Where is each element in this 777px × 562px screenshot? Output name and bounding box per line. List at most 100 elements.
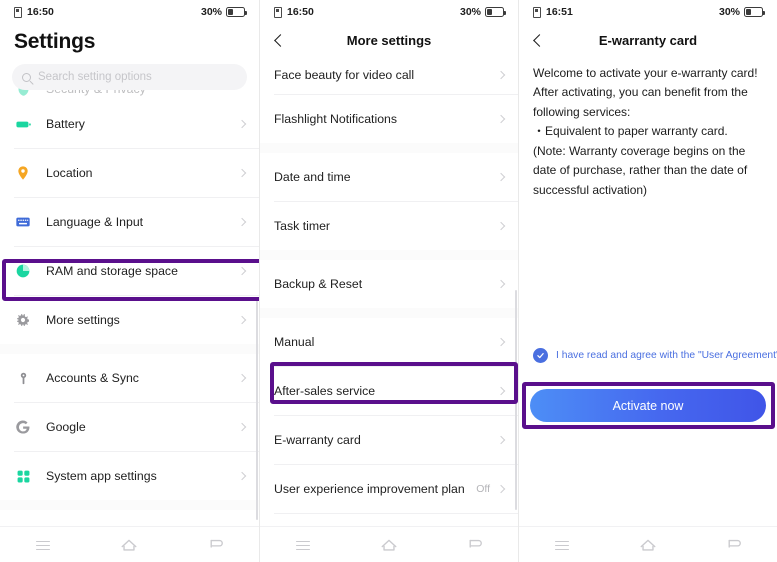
page-title: E-warranty card [598, 32, 698, 48]
home-icon[interactable] [119, 537, 139, 553]
sidebar-item-accounts-sync[interactable]: Accounts & Sync [0, 354, 259, 402]
menu-icon[interactable] [293, 537, 313, 553]
list-item-label: Manual [274, 335, 315, 349]
chevron-right-icon [237, 168, 247, 178]
sidebar-item-label: More settings [46, 313, 120, 327]
search-icon [22, 72, 31, 82]
chevron-right-icon [237, 422, 247, 432]
battery-percent: 30% [200, 6, 222, 18]
sidebar-item-label: Google [46, 420, 86, 434]
settings-list: Battery Location Language & Input RAM an… [0, 100, 259, 562]
chevron-right-icon [496, 337, 506, 347]
sim-card-icon [274, 6, 282, 18]
chevron-right-icon [237, 217, 247, 227]
navigation-bar-2 [260, 526, 518, 562]
list-item-e-warranty-card[interactable]: E-warranty card [260, 416, 518, 464]
user-agreement-label: I have read and agree with the "User Agr… [556, 350, 777, 361]
sidebar-item-label: Accounts & Sync [46, 371, 139, 385]
list-item-backup-reset[interactable]: Backup & Reset [260, 260, 518, 308]
status-bar-1: 16:50 30% [0, 0, 259, 24]
search-placeholder: Search setting options [38, 71, 152, 83]
sidebar-item-location[interactable]: Location [0, 149, 259, 197]
menu-icon[interactable] [552, 537, 572, 553]
checkbox-checked-icon[interactable] [533, 348, 548, 363]
status-bar-2: 16:50 30% [260, 0, 518, 24]
page-title: More settings [346, 32, 432, 48]
back-icon[interactable] [206, 537, 226, 553]
scrollbar[interactable] [256, 300, 258, 520]
list-item-flashlight-notifications[interactable]: Flashlight Notifications [260, 95, 518, 143]
list-item-after-sales-service[interactable]: After-sales service [260, 367, 518, 415]
list-item-value: Off [476, 483, 490, 495]
navigation-bar-3 [519, 526, 777, 562]
battery-icon [744, 7, 765, 17]
warranty-paragraph-1: Welcome to activate your e-warranty card… [533, 66, 758, 119]
navigation-bar-1 [0, 526, 259, 562]
sidebar-item-label: Battery [46, 117, 85, 131]
chevron-right-icon [237, 315, 247, 325]
more-settings-list: Face beauty for video call Flashlight No… [260, 56, 518, 562]
list-item-label: Task timer [274, 219, 331, 233]
warranty-description: Welcome to activate your e-warranty card… [519, 56, 777, 200]
list-item-manual[interactable]: Manual [260, 318, 518, 366]
gear-icon [14, 312, 32, 328]
status-time: 16:50 [27, 6, 54, 18]
section-gap [260, 143, 518, 153]
home-icon[interactable] [638, 537, 658, 553]
sidebar-item-more-settings[interactable]: More settings [0, 296, 259, 344]
sidebar-item-label: Location [46, 166, 93, 180]
panel-settings: 16:50 30% Settings Search setting option… [0, 0, 259, 562]
activate-now-button[interactable]: Activate now [530, 389, 766, 422]
chevron-right-icon [496, 386, 506, 396]
location-pin-icon [14, 165, 32, 181]
sidebar-item-google[interactable]: Google [0, 403, 259, 451]
search-input[interactable]: Search setting options [12, 64, 247, 90]
status-bar-3: 16:51 30% [519, 0, 777, 24]
list-item-user-experience-improvement-plan[interactable]: User experience improvement plan Off [260, 465, 518, 513]
sidebar-item-ram-storage[interactable]: RAM and storage space [0, 247, 259, 295]
google-g-icon [14, 419, 32, 435]
sidebar-item-label: RAM and storage space [46, 264, 178, 278]
battery-icon [485, 7, 506, 17]
scrollbar[interactable] [515, 290, 517, 510]
section-gap [260, 250, 518, 260]
list-item-face-beauty[interactable]: Face beauty for video call [260, 56, 518, 94]
section-gap [260, 308, 518, 318]
list-item-label: After-sales service [274, 384, 376, 398]
sidebar-item-label: Language & Input [46, 215, 144, 229]
section-gap [0, 500, 259, 510]
list-item-task-timer[interactable]: Task timer [260, 202, 518, 250]
menu-icon[interactable] [33, 537, 53, 553]
sidebar-item-system-app-settings[interactable]: System app settings [0, 452, 259, 500]
list-item-date-and-time[interactable]: Date and time [260, 153, 518, 201]
home-icon[interactable] [379, 537, 399, 553]
page-title: Settings [14, 30, 96, 53]
back-icon[interactable] [465, 537, 485, 553]
user-agreement-row[interactable]: I have read and agree with the "User Agr… [533, 348, 777, 363]
battery-icon [14, 116, 32, 133]
sim-card-icon [14, 6, 22, 18]
pie-chart-icon [14, 263, 32, 279]
sidebar-item-language-input[interactable]: Language & Input [0, 198, 259, 246]
panel-more-settings: 16:50 30% More settings Face beauty for … [259, 0, 518, 562]
back-icon[interactable] [724, 537, 744, 553]
chevron-right-icon [496, 70, 506, 80]
list-item-label: E-warranty card [274, 433, 361, 447]
panel-e-warranty-card: 16:51 30% E-warranty card Welcome to act… [518, 0, 777, 562]
section-gap [0, 344, 259, 354]
sidebar-item-battery[interactable]: Battery [0, 100, 259, 148]
four-dots-icon [14, 469, 32, 484]
status-time: 16:50 [287, 6, 314, 18]
chevron-right-icon [237, 373, 247, 383]
chevron-right-icon [496, 435, 506, 445]
list-item-label: Flashlight Notifications [274, 112, 398, 126]
list-item-label: Face beauty for video call [274, 68, 415, 82]
chevron-right-icon [237, 471, 247, 481]
list-item-label: User experience improvement plan [274, 482, 465, 496]
chevron-right-icon [496, 279, 506, 289]
chevron-right-icon [237, 266, 247, 276]
list-item-label: Backup & Reset [274, 277, 363, 291]
battery-percent: 30% [459, 6, 481, 18]
battery-icon [226, 7, 247, 17]
sim-card-icon [533, 6, 541, 18]
